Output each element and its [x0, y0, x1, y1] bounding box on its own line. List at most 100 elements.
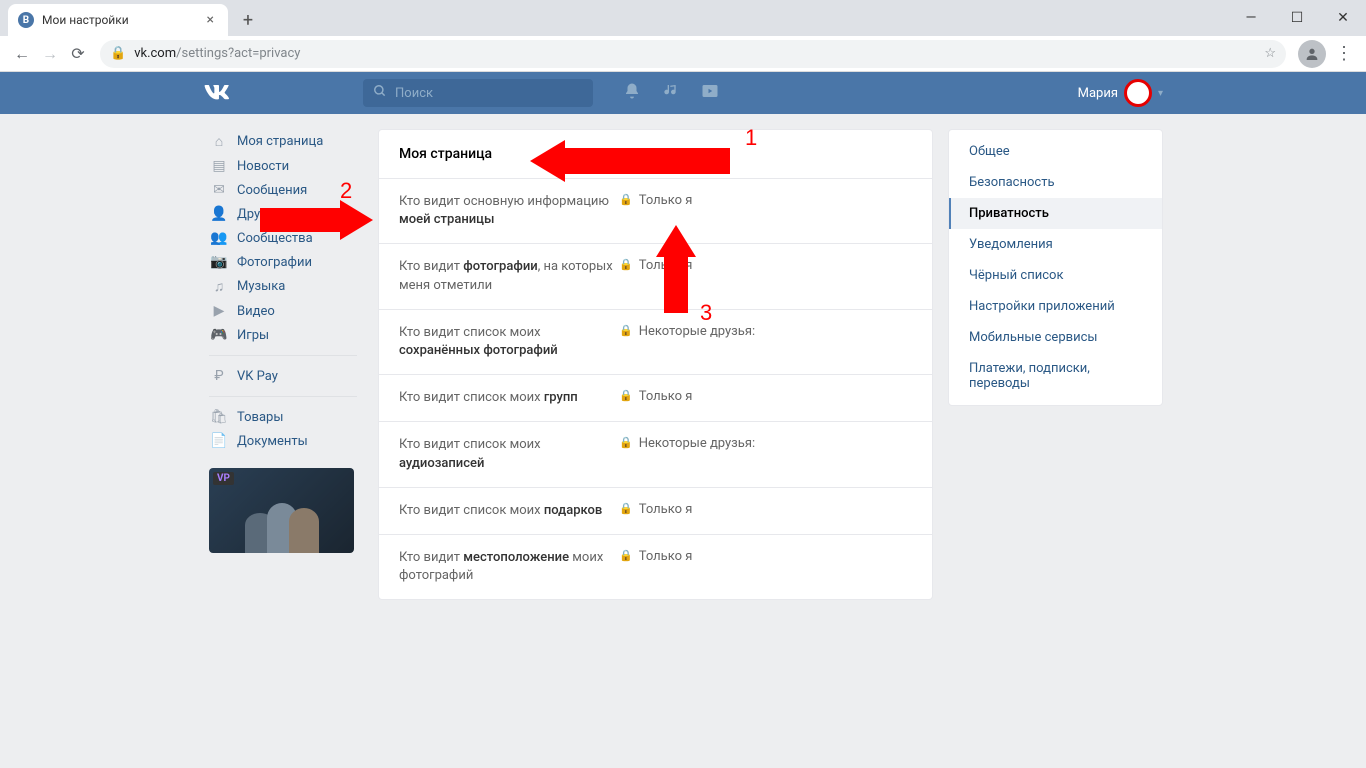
url-path: /settings?act=privacy	[176, 46, 300, 61]
chevron-down-icon: ▾	[1158, 88, 1163, 99]
privacy-value: 🔒Некоторые друзья:	[619, 324, 755, 360]
nav-my-page[interactable]: ⌂Моя страница	[203, 129, 363, 154]
privacy-value: 🔒Только я	[619, 258, 692, 294]
video-play-icon[interactable]	[701, 82, 719, 104]
user-avatar	[1124, 79, 1152, 107]
browser-tab[interactable]: В Мои настройки ×	[8, 4, 228, 36]
settings-notifications[interactable]: Уведомления	[949, 229, 1162, 260]
nav-back-icon[interactable]: ←	[8, 40, 36, 68]
search-box[interactable]: Поиск	[363, 79, 593, 107]
vk-logo-icon[interactable]	[203, 85, 243, 101]
news-icon: ▤	[209, 158, 229, 174]
privacy-row[interactable]: Кто видит список моих аудиозаписей 🔒Неко…	[379, 422, 932, 487]
vkpay-icon: ₽	[209, 368, 229, 384]
privacy-row[interactable]: Кто видит основную информацию моей стран…	[379, 179, 932, 244]
chrome-menu-icon[interactable]: ⋮	[1330, 40, 1358, 68]
lock-icon: 🔒	[619, 193, 633, 206]
vk-favicon: В	[18, 12, 34, 28]
privacy-card: Моя страница Кто видит основную информац…	[378, 129, 933, 600]
music-player-icon[interactable]	[663, 83, 679, 103]
sidebar-ad[interactable]	[209, 468, 354, 553]
privacy-value: 🔒Только я	[619, 389, 692, 407]
video-icon: ▶	[209, 303, 229, 319]
annotation-number-1: 1	[745, 125, 757, 151]
annotation-number-2: 2	[340, 178, 352, 204]
privacy-row[interactable]: Кто видит местоположение моих фотографий…	[379, 535, 932, 599]
settings-menu: Общее Безопасность Приватность Уведомлен…	[948, 129, 1163, 406]
annotation-number-3: 3	[700, 300, 712, 326]
nav-vkpay[interactable]: ₽VK Pay	[203, 364, 363, 388]
nav-photos[interactable]: 📷Фотографии	[203, 250, 363, 274]
left-sidebar: ⌂Моя страница ▤Новости ✉Сообщения 👤Друзь…	[203, 129, 363, 600]
privacy-row[interactable]: Кто видит фотографии, на которых меня от…	[379, 244, 932, 309]
lock-icon: 🔒	[110, 46, 126, 61]
lock-icon: 🔒	[619, 258, 633, 271]
settings-payments[interactable]: Платежи, подписки, переводы	[949, 353, 1162, 399]
lock-icon: 🔒	[619, 549, 633, 562]
new-tab-button[interactable]: +	[234, 6, 262, 34]
privacy-label: Кто видит основную информацию моей стран…	[399, 193, 619, 229]
settings-mobile[interactable]: Мобильные сервисы	[949, 322, 1162, 353]
nav-separator	[209, 396, 357, 397]
goods-icon: 🛍	[209, 409, 229, 425]
nav-music[interactable]: ♫Музыка	[203, 274, 363, 299]
user-menu[interactable]: Мария ▾	[1078, 79, 1163, 107]
window-close-icon[interactable]: ✕	[1320, 0, 1366, 36]
address-bar[interactable]: 🔒 vk.com/settings?act=privacy ☆	[100, 40, 1286, 68]
friends-icon: 👤	[209, 206, 229, 222]
search-placeholder: Поиск	[395, 86, 433, 101]
nav-reload-icon[interactable]: ⟳	[64, 40, 92, 68]
camera-icon: 📷	[209, 254, 229, 270]
browser-tabstrip: В Мои настройки × + — ☐ ✕	[0, 0, 1366, 36]
privacy-row[interactable]: Кто видит список моих подарков 🔒Только я	[379, 488, 932, 535]
settings-security[interactable]: Безопасность	[949, 167, 1162, 198]
bookmark-star-icon[interactable]: ☆	[1264, 46, 1276, 61]
nav-separator	[209, 355, 357, 356]
groups-icon: 👥	[209, 230, 229, 246]
settings-privacy[interactable]: Приватность	[949, 198, 1162, 229]
page-body: ⌂Моя страница ▤Новости ✉Сообщения 👤Друзь…	[0, 114, 1366, 768]
privacy-label: Кто видит список моих аудиозаписей	[399, 436, 619, 472]
nav-communities[interactable]: 👥Сообщества	[203, 226, 363, 250]
games-icon: 🎮	[209, 327, 229, 343]
home-icon: ⌂	[209, 133, 229, 150]
nav-games[interactable]: 🎮Игры	[203, 323, 363, 347]
settings-apps[interactable]: Настройки приложений	[949, 291, 1162, 322]
nav-documents[interactable]: 📄Документы	[203, 429, 363, 453]
url-host: vk.com	[134, 46, 176, 61]
tab-title: Мои настройки	[42, 13, 129, 27]
nav-goods[interactable]: 🛍Товары	[203, 405, 363, 429]
messages-icon: ✉	[209, 182, 229, 198]
privacy-value: 🔒Только я	[619, 549, 692, 585]
privacy-row[interactable]: Кто видит список моих сохранённых фотогр…	[379, 310, 932, 375]
chrome-profile-icon[interactable]	[1298, 40, 1326, 68]
nav-video[interactable]: ▶Видео	[203, 299, 363, 323]
notifications-icon[interactable]	[623, 82, 641, 104]
privacy-label: Кто видит местоположение моих фотографий	[399, 549, 619, 585]
window-maximize-icon[interactable]: ☐	[1274, 0, 1320, 36]
nav-friends[interactable]: 👤Друзья	[203, 202, 363, 226]
nav-forward-icon[interactable]: →	[36, 40, 64, 68]
privacy-label: Кто видит фотографии, на которых меня от…	[399, 258, 619, 294]
settings-general[interactable]: Общее	[949, 136, 1162, 167]
privacy-value: 🔒Только я	[619, 193, 692, 229]
search-icon	[373, 84, 387, 102]
privacy-value: 🔒Некоторые друзья:	[619, 436, 755, 472]
privacy-label: Кто видит список моих сохранённых фотогр…	[399, 324, 619, 360]
window-minimize-icon[interactable]: —	[1228, 0, 1274, 36]
lock-icon: 🔒	[619, 324, 633, 337]
tab-close-icon[interactable]: ×	[203, 12, 218, 28]
user-name: Мария	[1078, 86, 1118, 101]
settings-blacklist[interactable]: Чёрный список	[949, 260, 1162, 291]
nav-news[interactable]: ▤Новости	[203, 154, 363, 178]
page-title: Моя страница	[379, 130, 932, 179]
lock-icon: 🔒	[619, 389, 633, 402]
privacy-label: Кто видит список моих групп	[399, 389, 619, 407]
privacy-value: 🔒Только я	[619, 502, 692, 520]
privacy-row[interactable]: Кто видит список моих групп 🔒Только я	[379, 375, 932, 422]
lock-icon: 🔒	[619, 502, 633, 515]
lock-icon: 🔒	[619, 436, 633, 449]
nav-messages[interactable]: ✉Сообщения	[203, 178, 363, 202]
music-icon: ♫	[209, 278, 229, 295]
vk-header: Поиск Мария ▾	[0, 72, 1366, 114]
